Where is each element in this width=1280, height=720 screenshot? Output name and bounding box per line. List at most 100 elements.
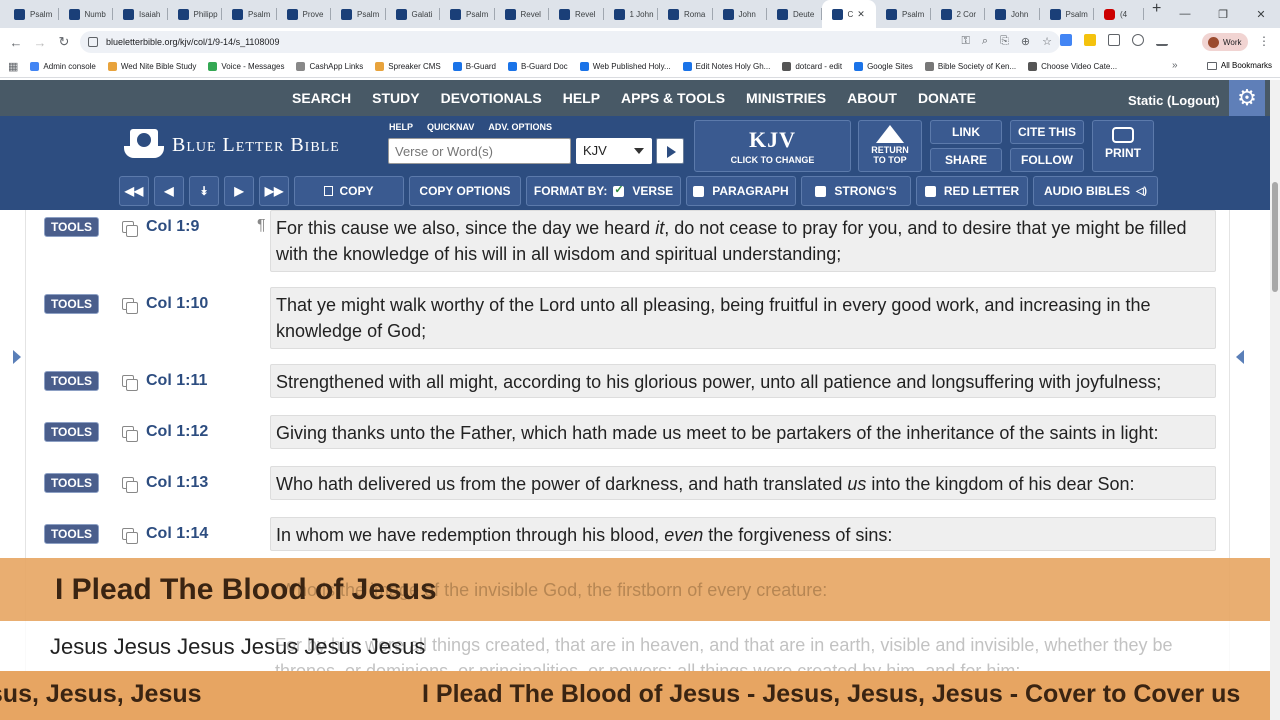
quicknav-link[interactable]: QUICKNAV: [427, 122, 474, 132]
bookmark-item[interactable]: dotcard - edit: [782, 62, 842, 71]
format-verse-toggle[interactable]: FORMAT BY: VERSE: [526, 176, 681, 206]
copy-verse-icon[interactable]: [122, 375, 138, 391]
restore-icon[interactable]: ❐: [1204, 8, 1242, 21]
notes-extension-icon[interactable]: [1084, 34, 1096, 46]
browser-tab[interactable]: Isaiah: [113, 0, 168, 28]
bookmark-item[interactable]: Edit Notes Holy Gh...: [682, 62, 770, 71]
verse-tools-button[interactable]: TOOLS: [44, 294, 99, 314]
minimize-icon[interactable]: —: [1166, 8, 1204, 20]
translate-extension-icon[interactable]: [1060, 34, 1072, 46]
link-button[interactable]: LINK: [930, 120, 1002, 144]
share-page-icon[interactable]: ⎘: [1000, 35, 1009, 48]
next-icon[interactable]: ▶: [224, 176, 254, 206]
browser-tab[interactable]: Galati: [386, 0, 440, 28]
browser-tab[interactable]: Psalm: [222, 0, 277, 28]
scrollbar-thumb[interactable]: [1272, 182, 1278, 292]
site-info-icon[interactable]: [88, 37, 98, 47]
close-tab-icon[interactable]: ✕: [857, 9, 865, 20]
copy-verse-icon[interactable]: [122, 426, 138, 442]
verse-reference[interactable]: Col 1:10: [146, 295, 208, 313]
nav-search[interactable]: SEARCH: [292, 90, 351, 106]
browser-tab[interactable]: Psalm: [1040, 0, 1094, 28]
verse-reference[interactable]: Col 1:13: [146, 474, 208, 492]
red-letter-checkbox[interactable]: [924, 185, 936, 197]
format-paragraph-toggle[interactable]: PARAGRAPH: [686, 176, 796, 206]
verse-reference[interactable]: Col 1:9: [146, 218, 199, 236]
paragraph-checkbox[interactable]: [693, 185, 705, 197]
browser-tab[interactable]: Prove: [277, 0, 331, 28]
nav-about[interactable]: ABOUT: [847, 90, 897, 106]
share-button[interactable]: SHARE: [930, 148, 1002, 172]
verse-search-input[interactable]: [388, 138, 571, 164]
nav-ministries[interactable]: MINISTRIES: [746, 90, 826, 106]
nav-apps-tools[interactable]: APPS & TOOLS: [621, 90, 725, 106]
site-logo[interactable]: Blue Letter Bible: [122, 126, 340, 164]
browser-tab[interactable]: Revel: [549, 0, 604, 28]
browser-tab[interactable]: 1 John: [604, 0, 658, 28]
first-chapter-icon[interactable]: ◀◀: [119, 176, 149, 206]
expand-left-arrow-icon[interactable]: [13, 350, 21, 364]
browser-tab[interactable]: Psalm: [876, 0, 931, 28]
install-icon[interactable]: ⊕: [1021, 35, 1030, 48]
print-button[interactable]: PRINT: [1092, 120, 1154, 172]
browser-tab[interactable]: 2 Cor: [931, 0, 985, 28]
bookmark-item[interactable]: B-Guard: [452, 62, 496, 71]
verse-tools-button[interactable]: TOOLS: [44, 217, 99, 237]
apps-grid-icon[interactable]: ▦: [8, 60, 18, 73]
expand-right-arrow-icon[interactable]: [1236, 350, 1244, 364]
reload-icon[interactable]: ↻: [52, 34, 76, 50]
browser-tab[interactable]: Psalm: [4, 0, 59, 28]
adv-options-link[interactable]: ADV. OPTIONS: [488, 122, 552, 132]
verse-reference[interactable]: Col 1:11: [146, 372, 207, 390]
prev-icon[interactable]: ◀: [154, 176, 184, 206]
more-bookmarks-icon[interactable]: »: [1172, 60, 1178, 71]
copy-button[interactable]: COPY: [294, 176, 404, 206]
return-to-top-button[interactable]: RETURN TO TOP: [858, 120, 922, 172]
browser-tab[interactable]: Deute: [767, 0, 822, 28]
last-chapter-icon[interactable]: ▶▶: [259, 176, 289, 206]
browser-tab[interactable]: C ✕: [821, 0, 876, 28]
follow-button[interactable]: FOLLOW: [1010, 148, 1084, 172]
key-icon[interactable]: ⚿: [962, 35, 970, 48]
browser-menu-icon[interactable]: ⋮: [1258, 34, 1270, 48]
copy-verse-icon[interactable]: [122, 528, 138, 544]
favorites-icon[interactable]: [1132, 34, 1144, 46]
browser-tab[interactable]: Psalm: [440, 0, 495, 28]
change-version-button[interactable]: KJV CLICK TO CHANGE: [694, 120, 851, 172]
media-controls-icon[interactable]: [1156, 34, 1168, 46]
copy-verse-icon[interactable]: [122, 477, 138, 493]
address-bar[interactable]: blueletterbible.org/kjv/col/1/9-14/s_110…: [80, 31, 1060, 53]
copy-verse-icon[interactable]: [122, 298, 138, 314]
new-tab-icon[interactable]: +: [1152, 0, 1161, 28]
verse-tools-button[interactable]: TOOLS: [44, 422, 99, 442]
browser-tab[interactable]: John: [985, 0, 1040, 28]
browser-tab[interactable]: Revel: [495, 0, 549, 28]
copy-verse-icon[interactable]: [122, 221, 138, 237]
nav-help[interactable]: HELP: [563, 90, 600, 106]
help-link[interactable]: HELP: [389, 122, 413, 132]
bookmark-item[interactable]: Bible Society of Ken...: [924, 62, 1016, 71]
page-scrollbar[interactable]: [1270, 80, 1280, 720]
back-icon[interactable]: ←: [4, 35, 28, 50]
bookmark-item[interactable]: Spreaker CMS: [375, 62, 441, 71]
strongs-toggle[interactable]: STRONG'S: [801, 176, 911, 206]
verse-checkbox[interactable]: [613, 183, 625, 197]
bookmark-item[interactable]: CashApp Links: [296, 62, 363, 71]
browser-tab[interactable]: John: [713, 0, 767, 28]
zoom-icon[interactable]: ⌕: [982, 35, 988, 48]
version-select[interactable]: KJV: [576, 138, 652, 164]
user-status-logout[interactable]: Static (Logout): [1128, 93, 1220, 108]
nav-donate[interactable]: DONATE: [918, 90, 976, 106]
bookmark-item[interactable]: Wed Nite Bible Study: [107, 62, 196, 71]
browser-tab[interactable]: Psalm: [331, 0, 386, 28]
strongs-checkbox[interactable]: [815, 185, 827, 197]
extensions-puzzle-icon[interactable]: [1108, 34, 1120, 46]
bookmark-item[interactable]: B-Guard Doc: [508, 62, 568, 71]
nav-devotionals[interactable]: DEVOTIONALS: [441, 90, 542, 106]
bookmark-item[interactable]: Choose Video Cate...: [1028, 62, 1117, 71]
profile-button[interactable]: Work: [1202, 33, 1248, 51]
search-go-button[interactable]: [656, 138, 684, 164]
cite-this-button[interactable]: CITE THIS: [1010, 120, 1084, 144]
red-letter-toggle[interactable]: RED LETTER: [916, 176, 1028, 206]
close-window-icon[interactable]: ✕: [1242, 8, 1280, 21]
